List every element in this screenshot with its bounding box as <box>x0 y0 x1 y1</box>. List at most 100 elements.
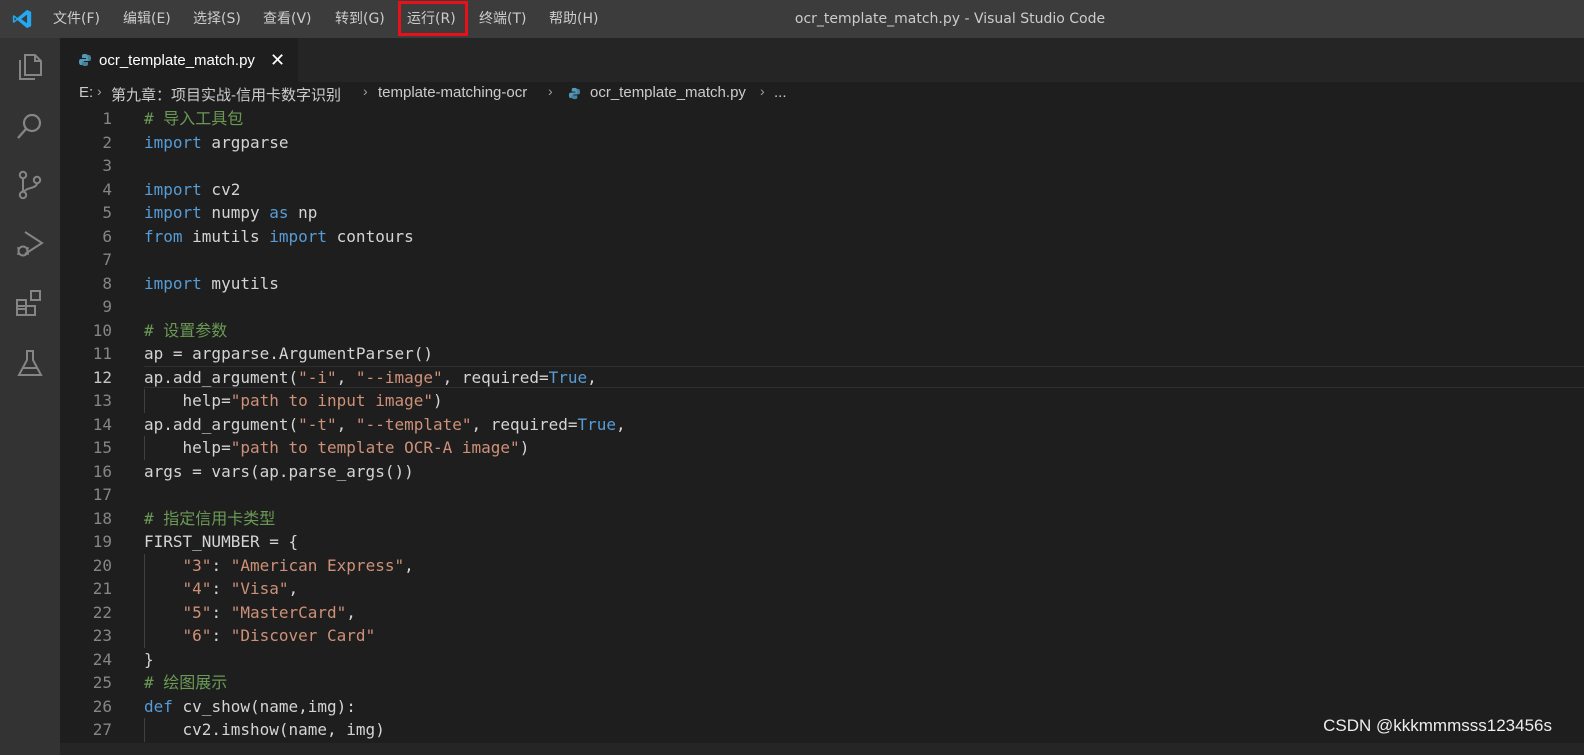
breadcrumb: E: › 第九章：项目实战-信用卡数字识别 › template-matchin… <box>60 82 1584 106</box>
chevron-right-icon: › <box>97 83 102 99</box>
code-line[interactable]: 19 FIRST_NUMBER = { <box>60 530 1584 554</box>
code-line[interactable]: 16 args = vars(ap.parse_args()) <box>60 460 1584 484</box>
code-text: FIRST_NUMBER = { <box>144 532 299 551</box>
extensions-icon[interactable] <box>14 288 46 320</box>
code-text: import cv2 <box>144 179 241 199</box>
code-line[interactable]: 3 <box>60 154 1584 178</box>
line-number: 3 <box>102 156 112 175</box>
indent-guide <box>144 577 145 601</box>
code-line[interactable]: 11 ap = argparse.ArgumentParser() <box>60 342 1584 366</box>
breadcrumb-symbol[interactable]: ... <box>774 84 787 101</box>
code-text: # 导入工具包 <box>144 109 244 128</box>
python-file-icon <box>79 54 91 66</box>
code-text: } <box>144 649 154 669</box>
line-number: 23 <box>92 626 112 645</box>
indent-guide <box>144 600 145 624</box>
line-number: 22 <box>92 602 112 622</box>
menu-go[interactable]: 转到(G) <box>335 0 385 38</box>
title-bar: 文件(F) 编辑(E) 选择(S) 查看(V) 转到(G) 运行(R) 终端(T… <box>0 0 1584 38</box>
code-line[interactable]: 22 "5": "MasterCard", <box>60 600 1584 624</box>
line-number: 7 <box>102 250 112 269</box>
menu-terminal[interactable]: 终端(T) <box>479 0 526 38</box>
line-number: 9 <box>102 297 112 316</box>
line-number: 25 <box>92 673 112 692</box>
code-line[interactable]: 4 import cv2 <box>60 178 1584 202</box>
python-file-icon <box>568 87 581 100</box>
code-line[interactable]: 5 import numpy as np <box>60 201 1584 225</box>
breadcrumb-file[interactable]: ocr_template_match.py <box>590 84 746 101</box>
chevron-right-icon: › <box>548 83 553 99</box>
code-text: ap.add_argument("-t", "--template", requ… <box>144 414 626 434</box>
code-editor[interactable]: 1 # 导入工具包 2 import argparse 3 4 import cv2 5 imp… <box>60 106 1584 755</box>
line-number: 18 <box>92 508 112 528</box>
line-number: 15 <box>92 438 112 457</box>
menu-selection[interactable]: 选择(S) <box>193 0 241 38</box>
menu-view[interactable]: 查看(V) <box>263 0 312 38</box>
code-line[interactable]: 21 "4": "Visa", <box>60 577 1584 601</box>
code-text: import argparse <box>144 132 289 152</box>
explorer-icon[interactable] <box>14 51 46 83</box>
testing-icon[interactable] <box>14 347 46 379</box>
tab-ocr-template-match[interactable]: ocr_template_match.py ✕ <box>60 38 298 83</box>
line-number: 11 <box>92 344 112 363</box>
code-text: args = vars(ap.parse_args()) <box>144 461 414 481</box>
code-text: help="path to template OCR-A image") <box>144 438 530 457</box>
code-text: "4": "Visa", <box>182 579 299 598</box>
code-line[interactable]: 8 import myutils <box>60 272 1584 296</box>
code-text: import numpy as np <box>144 203 318 222</box>
code-text: cv2.imshow(name, img) <box>144 720 385 739</box>
horizontal-scrollbar[interactable] <box>60 743 1584 755</box>
code-line[interactable]: 24} <box>60 648 1584 672</box>
code-line[interactable]: 15 help="path to template OCR-A image") <box>60 436 1584 460</box>
run-debug-icon[interactable] <box>14 228 46 260</box>
line-number: 21 <box>92 579 112 598</box>
code-text: "6": "Discover Card" <box>182 626 376 645</box>
close-icon[interactable]: ✕ <box>270 39 285 83</box>
line-number: 12 <box>92 367 112 387</box>
code-line[interactable]: 25 # 绘图展示 <box>60 671 1584 695</box>
code-line[interactable]: 6 from imutils import contours <box>60 225 1584 249</box>
code-line[interactable]: 17 <box>60 483 1584 507</box>
code-line[interactable]: 23 "6": "Discover Card" <box>60 624 1584 648</box>
indent-guide <box>144 624 145 648</box>
indent-guide <box>144 436 145 460</box>
line-number: 14 <box>92 414 112 434</box>
breadcrumb-drive[interactable]: E: <box>79 84 93 101</box>
breadcrumb-project-folder[interactable]: template-matching-ocr <box>378 84 527 101</box>
source-control-icon[interactable] <box>14 169 46 201</box>
line-number: 20 <box>92 555 112 575</box>
tab-label: ocr_template_match.py <box>99 52 255 69</box>
search-icon[interactable] <box>14 110 46 142</box>
menu-edit[interactable]: 编辑(E) <box>123 0 171 38</box>
code-text: "5": "MasterCard", <box>182 602 356 622</box>
code-line[interactable]: 9 <box>60 295 1584 319</box>
code-text: # 设置参数 <box>144 320 228 340</box>
line-number: 24 <box>92 649 112 669</box>
code-line[interactable]: 14 ap.add_argument("-t", "--template", re… <box>60 413 1584 437</box>
indent-guide <box>144 553 145 577</box>
code-text: ap = argparse.ArgumentParser() <box>144 344 433 363</box>
code-line[interactable]: 18 # 指定信用卡类型 <box>60 507 1584 531</box>
menu-file[interactable]: 文件(F) <box>53 0 100 38</box>
code-line[interactable]: 12 ap.add_argument("-i", "--image", requi… <box>60 366 1584 390</box>
indent-guide <box>144 718 145 742</box>
code-line[interactable]: 26 def cv_show(name,img): <box>60 695 1584 719</box>
code-line[interactable]: 2 import argparse <box>60 131 1584 155</box>
line-number: 19 <box>92 532 112 551</box>
code-text: ap.add_argument("-i", "--image", require… <box>144 367 597 387</box>
line-number: 10 <box>92 320 112 340</box>
line-number: 16 <box>92 461 112 481</box>
breadcrumb-chapter-folder[interactable]: 第九章：项目实战-信用卡数字识别 <box>111 84 341 105</box>
line-number: 17 <box>92 485 112 504</box>
code-text: # 指定信用卡类型 <box>144 508 276 528</box>
menu-help[interactable]: 帮助(H) <box>549 0 598 38</box>
code-line[interactable]: 7 <box>60 248 1584 272</box>
code-line[interactable]: 20 "3": "American Express", <box>60 553 1584 577</box>
vscode-logo-icon <box>12 9 32 29</box>
code-line[interactable]: 13 help="path to input image") <box>60 389 1584 413</box>
line-number: 1 <box>102 109 112 128</box>
code-line[interactable]: 1 # 导入工具包 <box>60 107 1584 131</box>
line-number: 26 <box>92 696 112 716</box>
code-line[interactable]: 10 # 设置参数 <box>60 319 1584 343</box>
code-text: # 绘图展示 <box>144 673 228 692</box>
